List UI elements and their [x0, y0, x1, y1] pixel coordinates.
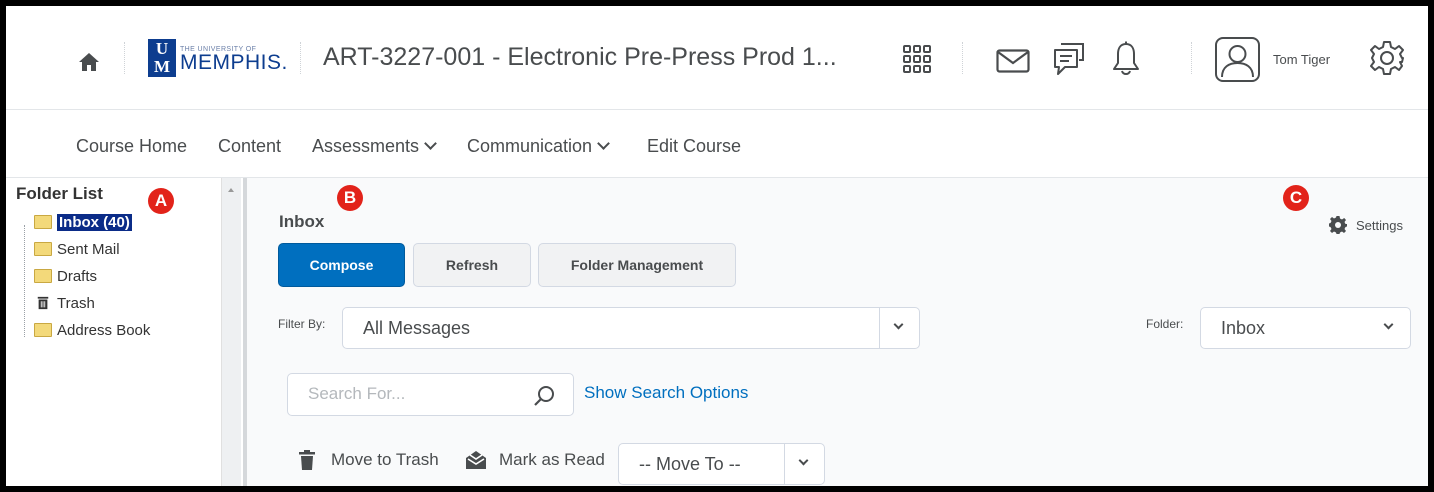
- annotation-badge-c: C: [1283, 185, 1309, 211]
- chevron-down-icon: [798, 455, 809, 466]
- bell-icon[interactable]: [1112, 41, 1140, 77]
- chevron-down-icon: [597, 137, 610, 150]
- nav-communication[interactable]: Communication: [467, 136, 610, 157]
- logo-big-text: MEMPHIS.: [180, 50, 288, 74]
- filter-by-label: Filter By:: [278, 317, 326, 331]
- inbox-main-panel: B C Inbox Settings Compose Refresh Folde…: [247, 178, 1428, 486]
- nav-course-home[interactable]: Course Home: [76, 136, 187, 157]
- chevron-down-icon: [424, 137, 437, 150]
- trash-icon: [299, 450, 315, 470]
- folder-panel-scrollbar[interactable]: [221, 178, 241, 486]
- folder-icon: [34, 269, 52, 283]
- folder-item-drafts[interactable]: Drafts: [34, 266, 97, 286]
- nav-content[interactable]: Content: [218, 136, 281, 157]
- settings-gear-icon[interactable]: [1369, 40, 1405, 76]
- logo-mark: U M: [148, 39, 176, 77]
- chevron-down-icon: [1383, 319, 1394, 330]
- apps-grid-icon[interactable]: [902, 44, 932, 74]
- user-avatar-icon[interactable]: [1215, 37, 1260, 82]
- email-icon[interactable]: [996, 49, 1030, 73]
- page-title: Inbox: [279, 212, 325, 231]
- search-field[interactable]: [287, 373, 574, 416]
- scroll-up-arrow-icon[interactable]: [228, 188, 234, 192]
- settings-link[interactable]: Settings: [1329, 216, 1403, 234]
- move-to-trash-button[interactable]: Move to Trash: [299, 450, 439, 470]
- course-navbar: Course Home Content Assessments Communic…: [6, 110, 1428, 178]
- top-navbar: U M THE UNIVERSITY OF MEMPHIS. ART-3227-…: [6, 6, 1428, 110]
- chat-icon[interactable]: [1053, 42, 1085, 76]
- folder-item-sent-mail[interactable]: Sent Mail: [34, 239, 120, 259]
- chevron-down-icon: [893, 319, 904, 330]
- folder-management-button[interactable]: Folder Management: [538, 243, 736, 287]
- gear-icon: [1329, 216, 1347, 234]
- user-name[interactable]: Tom Tiger: [1273, 52, 1330, 67]
- course-title[interactable]: ART-3227-001 - Electronic Pre-Press Prod…: [323, 43, 837, 72]
- folder-list-panel: Folder List A Inbox (40) Sent Mail Draft…: [6, 178, 221, 486]
- home-icon[interactable]: [78, 52, 100, 72]
- annotation-badge-a: A: [148, 188, 174, 214]
- tree-line: [24, 225, 25, 337]
- folder-list-title: Folder List: [16, 184, 103, 203]
- folder-item-inbox[interactable]: Inbox (40): [34, 212, 132, 232]
- annotation-badge-b: B: [337, 185, 363, 211]
- filter-by-select[interactable]: All Messages: [342, 307, 920, 349]
- refresh-button[interactable]: Refresh: [413, 243, 531, 287]
- search-icon[interactable]: [533, 385, 555, 407]
- folder-icon: [34, 323, 52, 337]
- folder-label: Folder:: [1146, 317, 1184, 331]
- separator: [124, 42, 125, 74]
- search-input[interactable]: [308, 384, 518, 404]
- university-logo[interactable]: U M THE UNIVERSITY OF MEMPHIS.: [148, 38, 288, 78]
- nav-assessments[interactable]: Assessments: [312, 136, 437, 157]
- folder-icon: [34, 242, 52, 256]
- compose-button[interactable]: Compose: [278, 243, 405, 287]
- folder-select[interactable]: Inbox: [1200, 307, 1411, 349]
- nav-edit-course[interactable]: Edit Course: [647, 136, 741, 157]
- folder-item-trash[interactable]: Trash: [34, 293, 95, 313]
- folder-icon: [34, 215, 52, 229]
- trash-icon: [37, 296, 49, 310]
- folder-item-address-book[interactable]: Address Book: [34, 320, 150, 340]
- mark-read-icon: [466, 451, 486, 469]
- app-window: U M THE UNIVERSITY OF MEMPHIS. ART-3227-…: [6, 6, 1428, 486]
- mark-as-read-button[interactable]: Mark as Read: [465, 450, 605, 470]
- show-search-options-link[interactable]: Show Search Options: [584, 383, 748, 403]
- move-to-select[interactable]: -- Move To --: [618, 443, 825, 485]
